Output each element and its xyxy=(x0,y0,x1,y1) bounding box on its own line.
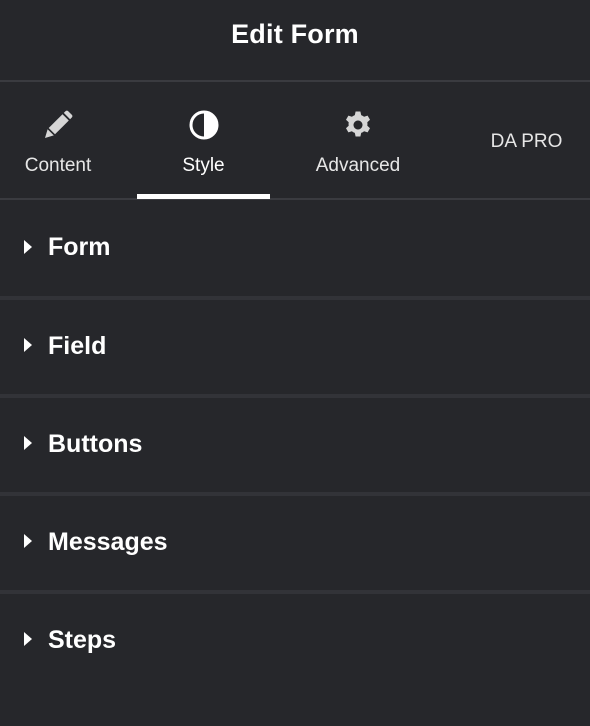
pencil-icon xyxy=(43,110,73,140)
tab-advanced[interactable]: Advanced xyxy=(300,82,416,198)
active-tab-indicator xyxy=(137,194,270,199)
tab-style-label: Style xyxy=(182,155,225,176)
panel-title: Edit Form xyxy=(231,19,359,49)
tab-advanced-label: Advanced xyxy=(315,155,401,176)
section-field[interactable]: Field xyxy=(0,300,590,398)
tab-content[interactable]: Content xyxy=(0,82,116,198)
tab-content-label: Content xyxy=(24,155,92,176)
section-field-label: Field xyxy=(48,332,107,360)
panel-tabs: Content Style Advanced DA PRO xyxy=(0,82,590,200)
section-form-label: Form xyxy=(48,233,111,261)
section-steps-label: Steps xyxy=(48,626,117,654)
tab-style[interactable]: Style xyxy=(137,82,270,199)
section-messages[interactable]: Messages xyxy=(0,496,590,594)
section-messages-label: Messages xyxy=(48,528,168,556)
style-sections-list: Form Field Buttons Messages Steps xyxy=(0,230,590,688)
half-circle-contrast-icon xyxy=(189,110,219,140)
tab-da-pro[interactable]: DA PRO xyxy=(470,82,583,198)
caret-right-icon xyxy=(24,338,32,352)
caret-right-icon xyxy=(24,632,32,646)
caret-right-icon xyxy=(24,534,32,548)
tab-da-pro-label: DA PRO xyxy=(490,131,563,152)
section-buttons[interactable]: Buttons xyxy=(0,398,590,496)
panel-header: Edit Form xyxy=(0,0,590,82)
section-form[interactable]: Form xyxy=(0,200,590,300)
gear-icon xyxy=(343,110,373,140)
section-buttons-label: Buttons xyxy=(48,430,143,458)
caret-right-icon xyxy=(24,240,32,254)
caret-right-icon xyxy=(24,436,32,450)
section-steps[interactable]: Steps xyxy=(0,594,590,688)
